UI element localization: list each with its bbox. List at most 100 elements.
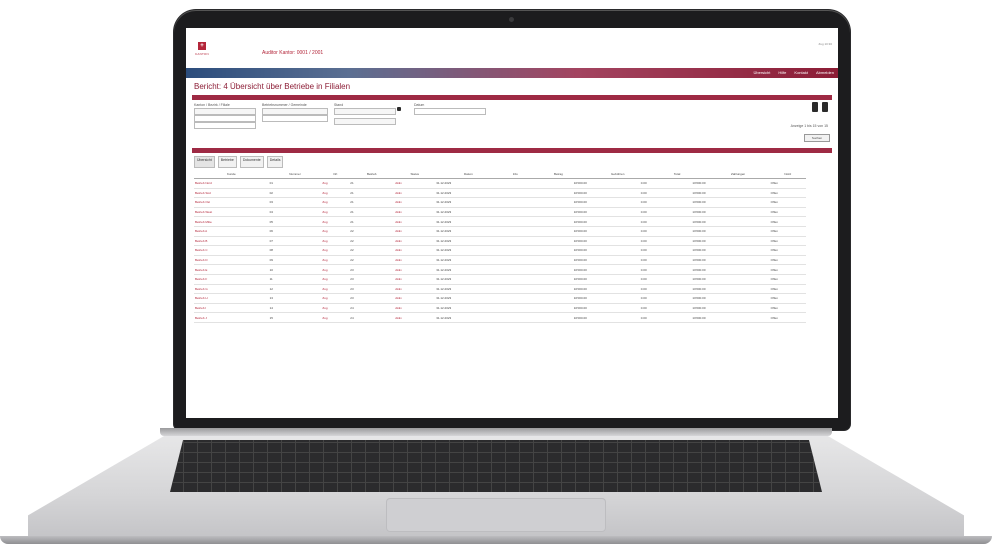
table-row[interactable]: Betrieb F 11 Zug 23 Aktiv 31.12.2023 10'000.00… (194, 274, 806, 285)
table-cell[interactable]: Aktiv (394, 274, 436, 285)
tab-3[interactable]: Details (266, 156, 284, 168)
tab-0[interactable]: Übersicht (194, 156, 215, 168)
district-input[interactable] (194, 115, 256, 122)
table-cell[interactable]: Betrieb Mitte (194, 216, 269, 227)
table-cell[interactable]: Betrieb E (194, 264, 269, 275)
table-cell[interactable]: Betrieb A (194, 226, 269, 237)
column-header-6[interactable]: Info (501, 170, 529, 179)
print-icon[interactable] (822, 102, 828, 112)
column-header-5[interactable]: Datum (435, 170, 502, 179)
column-header-11[interactable]: Notiz (769, 170, 806, 179)
table-row[interactable]: Betrieb Mitte 05 Zug 21 Aktiv 31.12.2023 10'00… (194, 216, 806, 227)
table-cell[interactable]: Betrieb J (194, 312, 269, 323)
camera-icon (509, 17, 514, 22)
table-cell[interactable]: Betrieb G (194, 284, 269, 295)
table-cell: 10'000.00 (528, 236, 588, 247)
table-cell[interactable]: Aktiv (394, 236, 436, 247)
calendar-icon[interactable] (397, 107, 401, 111)
table-cell: 31.12.2023 (435, 197, 502, 208)
table-cell (706, 255, 770, 266)
column-header-0[interactable]: Kunde (194, 170, 269, 179)
status-select-2[interactable] (334, 118, 396, 125)
table-cell[interactable]: Aktiv (394, 293, 436, 304)
table-cell[interactable]: Aktiv (394, 188, 436, 199)
table-cell[interactable]: Aktiv (394, 178, 436, 189)
table-row[interactable]: Betrieb A 06 Zug 22 Aktiv 31.12.2023 10'000.00… (194, 226, 806, 237)
table-cell[interactable]: Aktiv (394, 255, 436, 266)
table-cell[interactable]: Aktiv (394, 303, 436, 314)
table-cell[interactable]: Aktiv (394, 264, 436, 275)
export-icon[interactable] (812, 102, 818, 112)
table-cell: 10'000.00 (647, 245, 707, 256)
table-cell: 31.12.2023 (435, 207, 502, 218)
table-cell[interactable]: Betrieb B (194, 236, 269, 247)
table-cell: Offen (769, 293, 806, 304)
table-row[interactable]: Betrieb J 15 Zug 24 Aktiv 31.12.2023 10'000.00… (194, 312, 806, 323)
column-header-4[interactable]: Status (394, 170, 436, 179)
table-cell[interactable]: Aktiv (394, 245, 436, 256)
table-cell[interactable]: Betrieb Nord (194, 178, 269, 189)
table-row[interactable]: Betrieb West 04 Zug 21 Aktiv 31.12.2023 10'000… (194, 207, 806, 218)
table-cell[interactable]: Aktiv (394, 216, 436, 227)
nav-link-2[interactable]: Kontakt (794, 70, 808, 75)
column-header-9[interactable]: Total (647, 170, 707, 179)
table-row[interactable]: Betrieb Ost 03 Zug 21 Aktiv 31.12.2023 10'000.… (194, 197, 806, 208)
table-cell (706, 245, 770, 256)
table-cell[interactable]: Betrieb D (194, 255, 269, 266)
table-cell[interactable]: Aktiv (394, 226, 436, 237)
table-cell: Offen (769, 312, 806, 323)
column-header-8[interactable]: Gebühren (587, 170, 648, 179)
table-cell[interactable]: Betrieb C (194, 245, 269, 256)
table-cell: Zug (321, 207, 350, 218)
table-row[interactable]: Betrieb Nord 01 Zug 21 Aktiv 31.12.2023 10'000… (194, 178, 806, 189)
column-header-1[interactable]: Nummer (268, 170, 322, 179)
nav-link-0[interactable]: Übersicht (753, 70, 770, 75)
table-cell[interactable]: Aktiv (394, 284, 436, 295)
table-row[interactable]: Betrieb G 12 Zug 23 Aktiv 31.12.2023 10'000.00… (194, 284, 806, 295)
table-cell (501, 264, 529, 275)
table-cell: 0.00 (587, 293, 648, 304)
table-cell: 31.12.2023 (435, 312, 502, 323)
status-select[interactable] (334, 108, 396, 115)
nav-link-3[interactable]: Abmelden (816, 70, 834, 75)
column-header-10[interactable]: Zahlungen (706, 170, 770, 179)
app-logo[interactable]: + KANTON (194, 42, 210, 62)
table-cell: 0.00 (587, 178, 648, 189)
tab-1[interactable]: Betriebe (217, 156, 237, 168)
table-row[interactable]: Betrieb B 07 Zug 22 Aktiv 31.12.2023 10'000.00… (194, 236, 806, 247)
table-cell: 10'000.00 (647, 207, 707, 218)
table-cell[interactable]: Betrieb F (194, 274, 269, 285)
column-header-3[interactable]: Betrieb (349, 170, 395, 179)
column-header-2[interactable]: Ort (321, 170, 350, 179)
table-cell: Zug (321, 274, 350, 285)
branch-input[interactable] (194, 122, 256, 129)
search-button[interactable]: Suchen (804, 134, 830, 142)
table-cell[interactable]: Betrieb West (194, 207, 269, 218)
table-cell: 0.00 (587, 274, 648, 285)
canton-select[interactable] (194, 108, 256, 115)
table-row[interactable]: Betrieb C 08 Zug 22 Aktiv 31.12.2023 10'000.00… (194, 245, 806, 256)
table-row[interactable]: Betrieb H 13 Zug 23 Aktiv 31.12.2023 10'000.00… (194, 293, 806, 304)
app-header: + KANTON Auditor Kantor: 0001 / 2001 Zug… (186, 28, 838, 68)
table-cell[interactable]: Aktiv (394, 312, 436, 323)
column-header-7[interactable]: Betrag (528, 170, 588, 179)
table-cell: 31.12.2023 (435, 264, 502, 275)
table-cell[interactable]: Betrieb I (194, 303, 269, 314)
table-cell: 09 (268, 255, 322, 266)
table-cell[interactable]: Betrieb H (194, 293, 269, 304)
table-cell[interactable]: Betrieb Süd (194, 188, 269, 199)
business-number-select[interactable] (262, 108, 328, 115)
table-row[interactable]: Betrieb D 09 Zug 22 Aktiv 31.12.2023 10'000.00… (194, 255, 806, 266)
nav-link-1[interactable]: Hilfe (778, 70, 786, 75)
municipality-input[interactable] (262, 115, 328, 122)
table-row[interactable]: Betrieb I 14 Zug 24 Aktiv 31.12.2023 10'000.00… (194, 303, 806, 314)
table-cell[interactable]: Betrieb Ost (194, 197, 269, 208)
table-cell: Offen (769, 245, 806, 256)
date-input[interactable] (414, 108, 486, 115)
table-row[interactable]: Betrieb E 10 Zug 23 Aktiv 31.12.2023 10'000.00… (194, 264, 806, 275)
table-row[interactable]: Betrieb Süd 02 Zug 21 Aktiv 31.12.2023 10'000.… (194, 188, 806, 199)
table-cell: 0.00 (587, 312, 648, 323)
tab-2[interactable]: Dokumente (239, 156, 264, 168)
table-cell[interactable]: Aktiv (394, 197, 436, 208)
table-cell[interactable]: Aktiv (394, 207, 436, 218)
